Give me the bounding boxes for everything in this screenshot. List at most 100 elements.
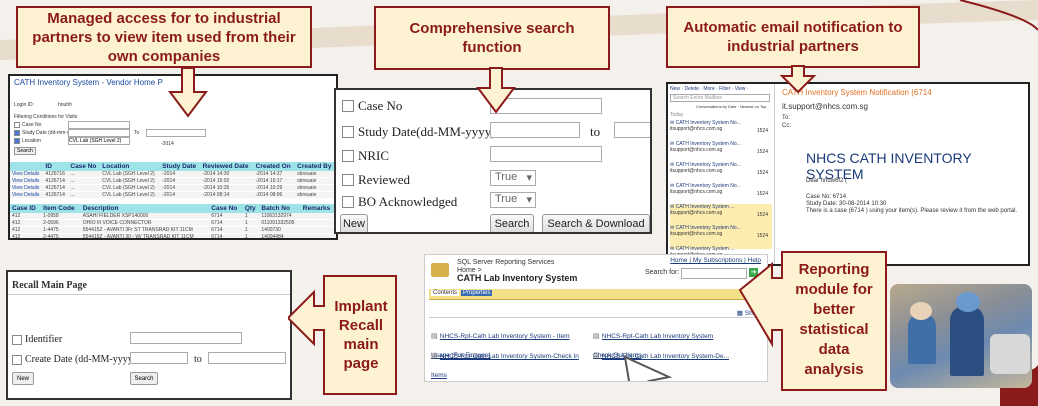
study-date-checkbox[interactable]: [342, 126, 354, 138]
visits-header-7: Created By: [295, 162, 336, 171]
ssrs-go-icon[interactable]: ➔: [749, 268, 758, 277]
recall-search-button[interactable]: Search: [130, 372, 158, 385]
new-button[interactable]: New: [340, 214, 368, 232]
email-to: To:: [782, 115, 791, 121]
identifier-checkbox[interactable]: [12, 334, 22, 345]
email-body: There is a case (6714 ) using your item(…: [806, 208, 1018, 214]
recall-title: Recall Main Page: [12, 280, 87, 291]
visits-cell: CVL Lab (SGH Level 2): [100, 191, 161, 199]
view-details-link[interactable]: View Details: [10, 191, 44, 199]
mail-time: 1524: [756, 212, 768, 218]
vendor-search-button[interactable]: Search: [14, 147, 36, 155]
nric-input[interactable]: [490, 146, 602, 162]
login-label: Login ID:: [14, 102, 35, 108]
visits-cell: -2014: [160, 191, 201, 199]
create-date-checkbox[interactable]: [12, 354, 22, 365]
ssrs-folder-icon: [431, 263, 449, 277]
today-label: Today: [670, 112, 684, 118]
recall-screenshot: Recall Main Page Identifier Create Date …: [6, 270, 292, 400]
view-details-link[interactable]: View Details: [10, 177, 44, 185]
location-checkbox[interactable]: [14, 138, 20, 144]
email-callout: Automatic email notification to industri…: [666, 6, 920, 68]
mail-sort-label: Conversations by Date · Newest on Top: [696, 104, 767, 109]
create-date-to-input[interactable]: [208, 352, 286, 364]
case-no-input[interactable]: [490, 98, 602, 114]
vendor-home-title: CATH Inventory System - Vendor Home P: [14, 78, 163, 87]
report-icon: ▤: [431, 352, 440, 360]
study-date-label: Study Date(dd-MM-yyyy): [358, 124, 496, 139]
ssrs-show-details[interactable]: ▦ Show: [737, 309, 761, 317]
location-select[interactable]: CVL Lab (SGH Level 2): [68, 137, 130, 145]
ssrs-product: SQL Server Reporting Services: [457, 259, 555, 266]
visits-cell: ...: [68, 177, 101, 185]
visits-header-6: Created On: [253, 162, 296, 171]
ssrs-report-2[interactable]: ▤ NHCS-Rpt-Cath Lab Inventory System-Che…: [431, 343, 581, 381]
items-cell: 011091332505: [259, 219, 301, 227]
visits-header-4: Study Date: [160, 162, 201, 171]
items-cell: [300, 226, 336, 234]
visits-cell: -2014: [160, 184, 201, 192]
case-checkbox[interactable]: [14, 122, 20, 128]
recall-new-button[interactable]: New: [12, 372, 34, 385]
items-cell: [300, 233, 336, 238]
visits-header-2: Case No: [68, 162, 101, 171]
report-icon: ▤: [593, 332, 602, 340]
items-cell: [300, 219, 336, 227]
items-cell: OHIO III VOICE CONNECTOR: [80, 219, 210, 227]
create-date-from-input[interactable]: [130, 352, 188, 364]
search-panel-screenshot: Case No Study Date(dd-MM-yyyy) to NRIC R…: [334, 88, 652, 234]
ssrs-top-links[interactable]: Home | My Subscriptions | Help: [670, 257, 761, 264]
items-header-6: Remarks: [300, 204, 336, 213]
items-header-3: Case No: [209, 204, 243, 213]
visits-cell: -2014 15:17: [253, 177, 296, 185]
visits-row: View Details 4126714... CVL Lab (SGH Level…: [10, 191, 336, 199]
visits-header-0: [10, 162, 44, 171]
items-cell: 1400730: [259, 226, 301, 234]
search-button[interactable]: Search: [490, 214, 534, 232]
case-label: Case No: [22, 122, 42, 128]
bo-checkbox[interactable]: [342, 196, 354, 208]
study-date-from-input[interactable]: [490, 122, 580, 138]
study-date-to-input[interactable]: [614, 122, 650, 138]
items-cell: 412: [10, 233, 42, 238]
case-no-checkbox[interactable]: [342, 100, 354, 112]
visits-cell: CVL Lab (SGH Level 2): [100, 177, 161, 185]
items-cell: 6714: [209, 226, 243, 234]
case-input[interactable]: [68, 121, 130, 129]
items-cell: 2-0596: [41, 219, 81, 227]
items-row: 412 2-4475 554415Z - AVANTI 30 - W/ TRANSR…: [10, 233, 336, 238]
cursor-icon: [623, 355, 673, 381]
visits-row: View Details 4126714... CVL Lab (SGH Level…: [10, 177, 336, 185]
view-details-link[interactable]: View Details: [10, 184, 44, 192]
reviewed-select[interactable]: True ▾: [490, 170, 536, 186]
report-icon: ▤: [431, 332, 440, 340]
vendor-callout: Managed access for to industrial partner…: [16, 6, 312, 68]
view-details-link[interactable]: View Details: [10, 171, 44, 178]
email-screenshot: New · Delete · More · Filter · View · Se…: [666, 82, 1030, 266]
visits-cell: CVL Lab (SGH Level 2): [100, 171, 161, 178]
study-checkbox[interactable]: [14, 130, 20, 136]
ssrs-search-input[interactable]: [681, 268, 747, 279]
ssrs-tab-contents[interactable]: Contents: [431, 290, 460, 296]
identifier-input[interactable]: [130, 332, 242, 344]
nric-checkbox[interactable]: [342, 150, 354, 162]
bo-select[interactable]: True ▾: [490, 192, 536, 208]
report-icon: ▤: [593, 352, 602, 360]
items-header-2: Description: [80, 204, 210, 213]
mail-search-input[interactable]: Search Entire Mailbox: [670, 94, 770, 102]
visits-cell: CVL Lab (SGH Level 2): [100, 184, 161, 192]
mail-time: 1524: [756, 233, 768, 239]
email-sender: it.support@nhcs.com.sg: [782, 102, 868, 111]
visits-cell: 4126714: [43, 184, 69, 192]
study-to-input[interactable]: -2014: [146, 129, 206, 147]
ssrs-tab-properties[interactable]: Properties: [461, 290, 493, 296]
study-from-input[interactable]: -2014: [68, 129, 130, 147]
create-date-label: Create Date (dd-MM-yyyy): [25, 354, 137, 365]
items-cell: 2-4475: [41, 233, 81, 238]
recall-callout: Implant Recall main page: [334, 298, 388, 372]
visits-cell: -2014: [160, 177, 201, 185]
items-cell: 6714: [209, 233, 243, 238]
reviewed-checkbox[interactable]: [342, 174, 354, 186]
items-cell: 554415Z - AVANTI 30 - W/ TRANSRAD KIT 11…: [80, 233, 210, 238]
search-download-button[interactable]: Search & Download: [542, 214, 650, 232]
